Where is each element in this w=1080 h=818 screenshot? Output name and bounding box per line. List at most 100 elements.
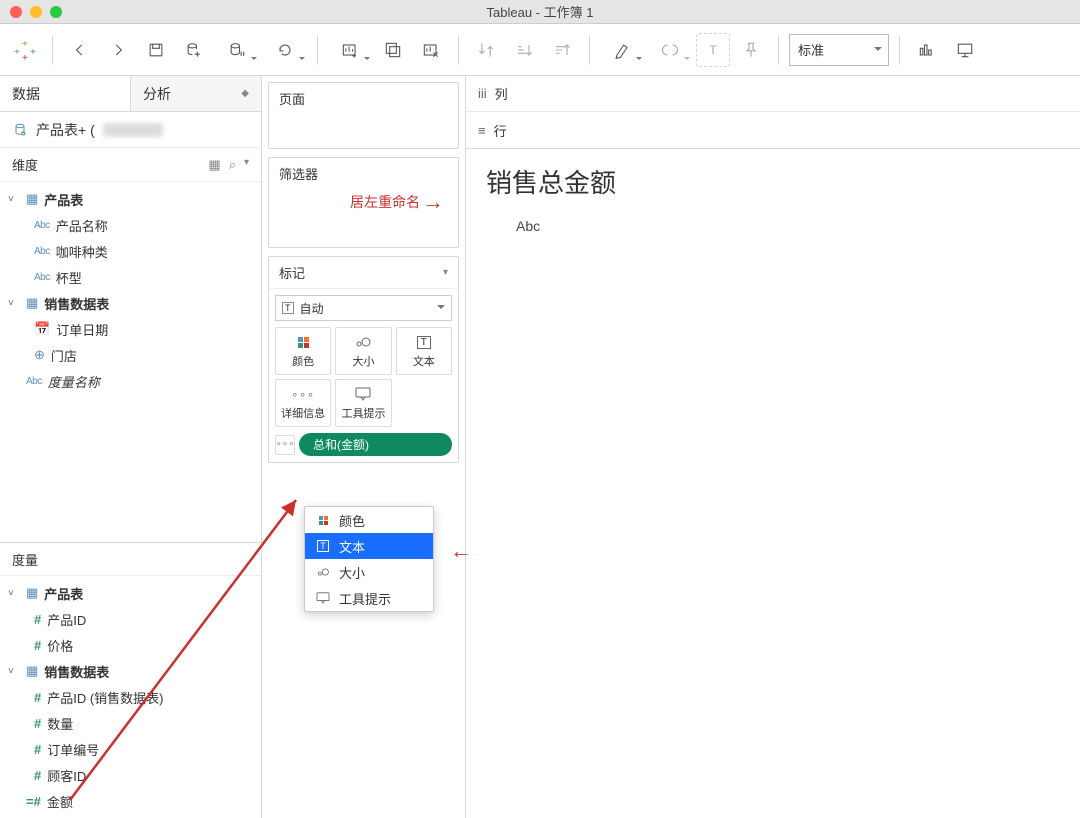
undo-button[interactable] (63, 33, 97, 67)
tree-field[interactable]: ⊕门店 (0, 342, 261, 368)
dimensions-tree: ˅▦产品表 Abc产品名称 Abc咖啡种类 Abc杯型 ˅▦销售数据表 📅订单日… (0, 182, 261, 398)
marks-color-button[interactable]: 颜色 (275, 327, 331, 375)
tree-table-node[interactable]: ˅▦产品表 (0, 580, 261, 606)
pill-indicator-button[interactable]: ∘∘∘ (275, 435, 295, 455)
swap-button[interactable] (469, 33, 503, 67)
maximize-window-button[interactable] (50, 6, 62, 18)
columns-label: 列 (495, 84, 508, 103)
minimize-window-button[interactable] (30, 6, 42, 18)
viz-canvas: 销售总金额 Abc (466, 149, 1080, 248)
marks-card: 标记▾ T 自动 颜色 大小 T (268, 256, 459, 463)
tree-label: 门店 (51, 346, 77, 365)
tree-label: 数量 (47, 714, 73, 733)
datasource-row[interactable]: 产品表+ ( (0, 112, 261, 148)
group-button[interactable] (648, 33, 692, 67)
tree-field[interactable]: #顾客ID (0, 762, 261, 788)
popup-item-tooltip[interactable]: 工具提示 (305, 585, 433, 611)
search-icon[interactable]: ⌕ (229, 157, 236, 173)
popup-item-color[interactable]: 颜色 (305, 507, 433, 533)
marks-detail-button[interactable]: ∘∘∘ 详细信息 (275, 379, 331, 427)
marks-tooltip-button[interactable]: 工具提示 (335, 379, 391, 427)
measures-tree: ˅▦产品表 #产品ID #价格 ˅▦销售数据表 #产品ID (销售数据表) #数… (0, 576, 261, 818)
fit-dropdown[interactable]: 标准 (789, 34, 889, 66)
sort-desc-button[interactable] (545, 33, 579, 67)
marks-pill[interactable]: 总和(金额) (299, 433, 452, 456)
text-mark-icon: T (282, 302, 294, 314)
filters-card: 筛选器 (268, 157, 459, 248)
tree-label: 杯型 (56, 268, 82, 287)
viz-placeholder: Abc (516, 218, 1060, 234)
popup-label: 颜色 (339, 511, 365, 530)
tree-field[interactable]: #数量 (0, 710, 261, 736)
detail-icon: ∘∘∘ (291, 388, 315, 401)
tab-caret-icon: ◆ (241, 88, 249, 99)
pause-updates-button[interactable] (215, 33, 259, 67)
main-toolbar: + + + + T 标准 (0, 24, 1080, 76)
dimensions-label: 维度 (12, 155, 38, 174)
detail-icon: ∘∘∘ (276, 439, 295, 450)
tree-label: 产品ID (销售数据表) (47, 688, 163, 707)
highlight-button[interactable] (600, 33, 644, 67)
pages-card-title: 页面 (279, 89, 305, 108)
tree-field[interactable]: #订单编号 (0, 736, 261, 762)
menu-caret-icon[interactable]: ▾ (244, 157, 249, 173)
tree-label: 金额 (47, 792, 73, 811)
clear-sheet-button[interactable] (414, 33, 448, 67)
tree-field[interactable]: Abc咖啡种类 (0, 238, 261, 264)
tab-analytics[interactable]: 分析 ◆ (130, 76, 261, 111)
tree-label: 产品表 (44, 584, 83, 603)
tree-label: 价格 (47, 636, 73, 655)
view-area: iii 列 ≡ 行 销售总金额 Abc (466, 76, 1080, 818)
close-window-button[interactable] (10, 6, 22, 18)
tab-analytics-label: 分析 (143, 84, 171, 104)
marks-caret-icon[interactable]: ▾ (443, 267, 448, 278)
tree-field[interactable]: Abc杯型 (0, 264, 261, 290)
tree-label: 咖啡种类 (56, 242, 108, 261)
dimensions-header: 维度 ▦ ⌕ ▾ (0, 148, 261, 182)
size-icon (354, 335, 372, 349)
refresh-button[interactable] (263, 33, 307, 67)
fit-dropdown-label: 标准 (798, 40, 824, 59)
tab-data[interactable]: 数据 (0, 76, 130, 111)
measures-label: 度量 (12, 550, 38, 569)
duplicate-sheet-button[interactable] (376, 33, 410, 67)
measures-header: 度量 (0, 542, 261, 576)
pill-label: 总和(金额) (313, 438, 369, 452)
tree-label: 销售数据表 (44, 294, 109, 313)
popup-item-size[interactable]: 大小 (305, 559, 433, 585)
new-datasource-button[interactable] (177, 33, 211, 67)
sort-asc-button[interactable] (507, 33, 541, 67)
pages-card: 页面 (268, 82, 459, 149)
view-toggle-icon[interactable]: ▦ (208, 157, 220, 173)
show-me-button[interactable] (910, 33, 944, 67)
pill-context-menu: 颜色 T 文本 大小 工具提示 (304, 506, 434, 612)
tree-field[interactable]: #价格 (0, 632, 261, 658)
tree-field[interactable]: #产品ID (销售数据表) (0, 684, 261, 710)
marks-cell-label: 工具提示 (341, 405, 385, 421)
new-worksheet-button[interactable] (328, 33, 372, 67)
redo-button[interactable] (101, 33, 135, 67)
pin-button[interactable] (734, 33, 768, 67)
marks-cell-label: 详细信息 (281, 405, 325, 421)
popup-item-text[interactable]: T 文本 (305, 533, 433, 559)
tree-table-node[interactable]: ˅▦销售数据表 (0, 658, 261, 684)
tree-table-node[interactable]: ˅▦销售数据表 (0, 290, 261, 316)
text-table-button[interactable]: T (696, 33, 730, 67)
mark-type-dropdown[interactable]: T 自动 (275, 295, 452, 321)
tree-field-measure-names[interactable]: Abc度量名称 (0, 368, 261, 394)
marks-size-button[interactable]: 大小 (335, 327, 391, 375)
rows-shelf[interactable]: ≡ 行 (466, 112, 1080, 148)
tree-label: 销售数据表 (44, 662, 109, 681)
presentation-button[interactable] (948, 33, 982, 67)
tree-label: 产品ID (47, 610, 86, 629)
tree-field[interactable]: 📅订单日期 (0, 316, 261, 342)
tree-field[interactable]: #产品ID (0, 606, 261, 632)
tree-field-amount[interactable]: =#金额 (0, 788, 261, 814)
save-button[interactable] (139, 33, 173, 67)
marks-text-button[interactable]: T 文本 (396, 327, 452, 375)
tree-label: 订单日期 (56, 320, 108, 339)
tree-table-node[interactable]: ˅▦产品表 (0, 186, 261, 212)
worksheet-title[interactable]: 销售总金额 (486, 163, 1060, 200)
tree-field[interactable]: Abc产品名称 (0, 212, 261, 238)
columns-shelf[interactable]: iii 列 (466, 76, 1080, 112)
